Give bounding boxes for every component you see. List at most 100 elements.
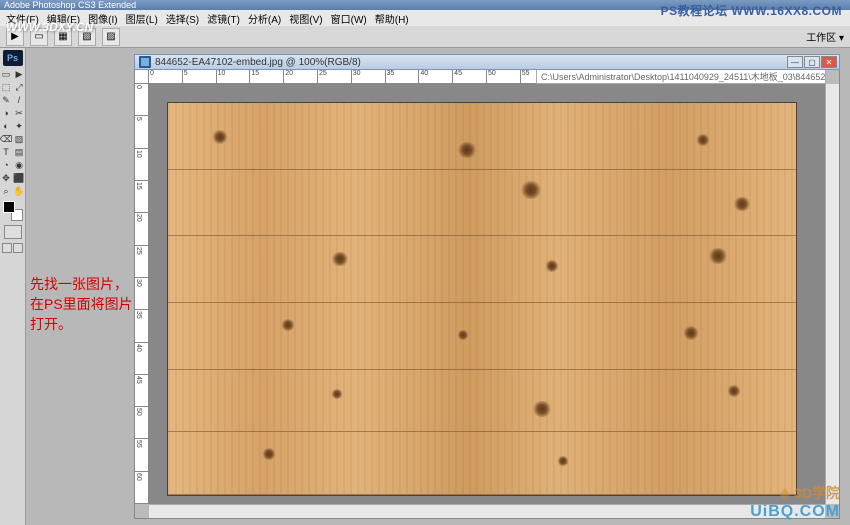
main-area: Ps ▭ ▶ ⬚ ⤢ ✎ / ◑ ✂ ◐ ✦ ⌫ ▧ T ▤ ◔ ◉ ✥ ⬛ ⌕… [0,48,850,525]
ruler-corner [135,70,149,84]
ruler-tick: 55 [135,439,148,471]
wood-knot [457,142,477,158]
horizontal-scrollbar[interactable] [149,504,825,518]
ruler-tick: 15 [250,70,284,83]
ruler-tick: 50 [135,407,148,439]
foreground-swatch[interactable] [3,201,15,213]
ruler-tick: 10 [135,149,148,181]
menu-layer[interactable]: 图层(L) [124,11,160,26]
ruler-tick: 10 [217,70,251,83]
tool-wand[interactable]: ⤢ [13,81,25,93]
tool-crop[interactable]: ✎ [0,94,12,106]
tool-zoom[interactable]: ⌕ [0,185,12,197]
annotation-line-1: 先找一张图片， [30,274,133,294]
tool-eyedrop[interactable]: ✥ [0,172,12,184]
ruler-tick: 25 [135,246,148,278]
watermark-bottom-right: ◆ 3D学院 UiBQ.COM [750,483,840,521]
toolbox: Ps ▭ ▶ ⬚ ⤢ ✎ / ◑ ✂ ◐ ✦ ⌫ ▧ T ▤ ◔ ◉ ✥ ⬛ ⌕… [0,48,26,525]
annotation-line-3: 打开。 [30,314,133,334]
document-title: 844652-EA47102-embed.jpg @ 100%(RGB/8) [155,57,361,68]
ruler-tick: 50 [487,70,521,83]
ruler-tick: 40 [419,70,453,83]
wood-plank [168,170,796,237]
tool-heal[interactable]: ◑ [0,107,12,119]
tutorial-annotation: 先找一张图片， 在PS里面将图片 打开。 [30,274,133,334]
ruler-tick: 40 [135,343,148,375]
document-window: 844652-EA47102-embed.jpg @ 100%(RGB/8) —… [134,54,840,519]
left-gap: 先找一张图片， 在PS里面将图片 打开。 [26,48,134,525]
tool-notes[interactable]: ◉ [13,159,25,171]
ruler-tick: 35 [386,70,420,83]
window-close-button[interactable]: ✕ [821,56,837,68]
menu-analysis[interactable]: 分析(A) [246,11,283,26]
annotation-line-2: 在PS里面将图片 [30,294,133,314]
tool-history[interactable]: ✦ [13,120,25,132]
brand-watermark: WWW.3DXY.CN [6,20,93,34]
screen-mode-icons [2,243,23,253]
option-icon-4[interactable]: ▨ [102,28,120,46]
ruler-tick: 60 [135,472,148,504]
menu-filter[interactable]: 滤镜(T) [205,11,242,26]
tool-grid: ▭ ▶ ⬚ ⤢ ✎ / ◑ ✂ ◐ ✦ ⌫ ▧ T ▤ ◔ ◉ ✥ ⬛ ⌕ ✋ [0,68,25,197]
workspace-dropdown[interactable]: 工作区 ▾ [806,29,844,44]
tool-marquee[interactable]: ▶ [13,68,25,80]
wood-knot [696,134,710,146]
tool-pen[interactable]: ▤ [13,146,25,158]
ruler-tick: 15 [135,181,148,213]
menu-view[interactable]: 视图(V) [287,11,324,26]
ruler-tick: 5 [183,70,217,83]
ps-logo-icon: Ps [3,50,23,66]
color-swatches[interactable] [3,201,23,221]
document-titlebar[interactable]: 844652-EA47102-embed.jpg @ 100%(RGB/8) —… [134,54,840,70]
tool-type[interactable]: T [0,146,12,158]
ruler-tick: 45 [453,70,487,83]
ruler-tick: 20 [135,213,148,245]
tool-eraser[interactable]: ⌫ [0,133,12,145]
vertical-ruler[interactable]: 051015202530354045505560 [135,84,149,504]
wood-knot [545,260,559,272]
screen-mode-standard[interactable] [2,243,12,253]
tool-hand[interactable]: ⬛ [13,172,25,184]
tool-gradient[interactable]: ▧ [13,133,25,145]
canvas-wrapper: 05101520253035404550556065707580859095 0… [134,70,840,519]
menu-select[interactable]: 选择(S) [164,11,201,26]
tool-lasso[interactable]: ⬚ [0,81,12,93]
ruler-tick: 0 [135,84,148,116]
window-maximize-button[interactable]: ▢ [804,56,820,68]
ruler-tick: 30 [135,278,148,310]
ruler-tick: 45 [135,375,148,407]
wood-texture-image [167,102,797,496]
tool-rotate[interactable]: ✋ [13,185,25,197]
screen-mode-full[interactable] [13,243,23,253]
wood-plank [168,236,796,303]
ruler-tick: 30 [352,70,386,83]
wood-knot [708,248,728,264]
menu-window[interactable]: 窗口(W) [329,11,369,26]
wood-plank [168,432,796,495]
options-bar: ▶ ▭ ▦ ▧ ▨ 工作区 ▾ [0,26,850,48]
document-path-tooltip: C:\Users\Administrator\Desktop\141104092… [536,70,826,84]
menu-help[interactable]: 帮助(H) [373,11,411,26]
watermark-br-line2: UiBQ.COM [750,503,840,521]
wood-plank [168,303,796,370]
tool-slice[interactable]: / [13,94,25,106]
ruler-tick: 35 [135,310,148,342]
wood-plank [168,370,796,433]
watermark-top-right: PS教程论坛 WWW.16XX8.COM [661,2,842,19]
quick-mask-toggle[interactable] [4,225,22,239]
tool-shape[interactable]: ◔ [0,159,12,171]
wood-knot [520,181,542,199]
tool-stamp[interactable]: ◐ [0,120,12,132]
ruler-tick: 20 [284,70,318,83]
wood-knot [532,401,552,417]
tool-move[interactable]: ▭ [0,68,12,80]
canvas[interactable] [149,84,825,504]
wood-knot [281,319,295,331]
tool-brush[interactable]: ✂ [13,107,25,119]
window-minimize-button[interactable]: — [787,56,803,68]
ruler-tick: 0 [149,70,183,83]
vertical-scrollbar[interactable] [825,84,839,504]
watermark-br-line1: ◆ 3D学院 [750,483,840,503]
ruler-tick: 25 [318,70,352,83]
ruler-tick: 5 [135,116,148,148]
